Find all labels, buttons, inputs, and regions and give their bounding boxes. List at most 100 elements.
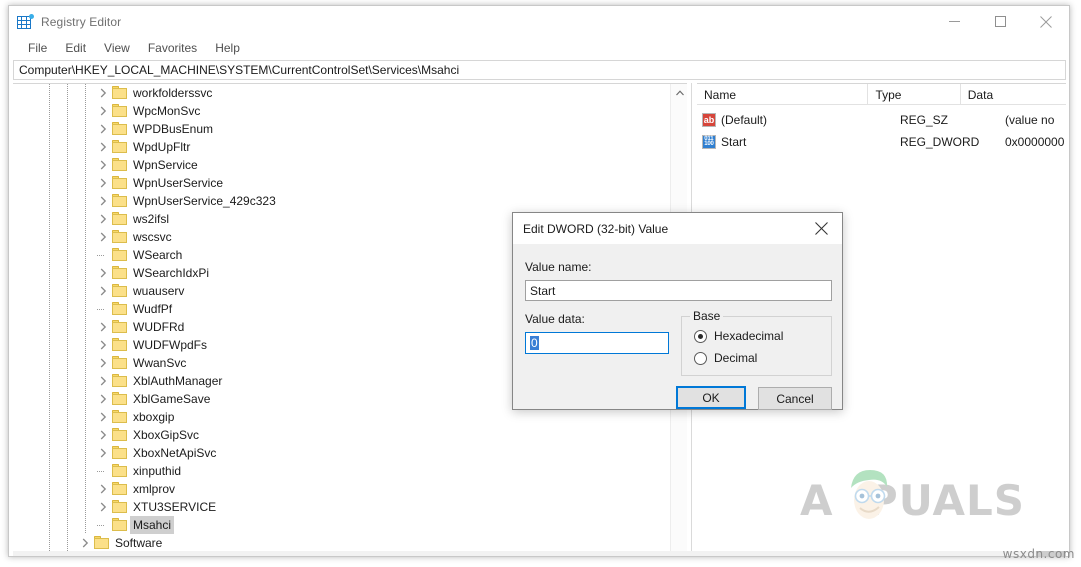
- column-header-name[interactable]: Name: [697, 84, 869, 105]
- menu-help[interactable]: Help: [206, 39, 249, 57]
- value-data-input[interactable]: 0: [525, 332, 669, 354]
- tree-item-xinputhid[interactable]: xinputhid: [13, 462, 669, 480]
- tree-leaf-connector: [95, 300, 105, 318]
- folder-icon: [112, 284, 128, 298]
- tree-leaf-connector: [95, 246, 105, 264]
- tree-item-label: WudfPf: [133, 302, 173, 316]
- chevron-right-icon[interactable]: [95, 264, 111, 282]
- value-data-cell: 0x0000000: [1005, 135, 1065, 149]
- tree-item-label: xmlprov: [133, 482, 176, 496]
- cancel-button[interactable]: Cancel: [758, 387, 832, 410]
- string-value-icon: ab: [702, 113, 716, 127]
- folder-icon: [112, 428, 128, 442]
- cancel-button-label: Cancel: [776, 391, 814, 406]
- radio-hexadecimal[interactable]: Hexadecimal: [694, 329, 783, 343]
- menu-file[interactable]: File: [19, 39, 56, 57]
- tree-item-label: wuauserv: [133, 284, 185, 298]
- radio-decimal[interactable]: Decimal: [694, 351, 757, 365]
- tree-item-label: XblAuthManager: [133, 374, 223, 388]
- chevron-right-icon[interactable]: [95, 210, 111, 228]
- chevron-right-icon[interactable]: [95, 318, 111, 336]
- chevron-right-icon[interactable]: [95, 408, 111, 426]
- tree-item-label: WUDFWpdFs: [133, 338, 207, 352]
- menu-bar: File Edit View Favorites Help: [9, 37, 1069, 59]
- chevron-right-icon[interactable]: [95, 156, 111, 174]
- chevron-right-icon[interactable]: [95, 354, 111, 372]
- radio-decimal-label: Decimal: [714, 351, 758, 365]
- table-row[interactable]: 011 100 Start REG_DWORD 0x0000000: [697, 133, 1066, 152]
- dialog-title: Edit DWORD (32-bit) Value: [523, 221, 669, 236]
- tree-item-msahci[interactable]: Msahci: [13, 516, 669, 534]
- chevron-right-icon[interactable]: [95, 138, 111, 156]
- chevron-right-icon[interactable]: [95, 102, 111, 120]
- chevron-right-icon[interactable]: [95, 372, 111, 390]
- menu-view[interactable]: View: [95, 39, 139, 57]
- tree-item-wpnuserservice[interactable]: WpnUserService: [13, 174, 669, 192]
- window-horizontal-scrollbar[interactable]: [13, 551, 1066, 556]
- tree-item-label: WSearch: [133, 248, 183, 262]
- tree-item-xboxgipsvc[interactable]: XboxGipSvc: [13, 426, 669, 444]
- column-header-data[interactable]: Data: [961, 84, 1066, 105]
- tree-item-wpnuserservice_429c323[interactable]: WpnUserService_429c323: [13, 192, 669, 210]
- value-data-input-text: 0: [530, 336, 539, 350]
- chevron-right-icon[interactable]: [95, 192, 111, 210]
- folder-icon: [112, 248, 128, 262]
- chevron-right-icon[interactable]: [95, 174, 111, 192]
- tree-leaf-connector: [95, 516, 105, 534]
- radio-hexadecimal-label: Hexadecimal: [714, 329, 784, 343]
- value-data-label: Value data:: [525, 312, 585, 326]
- tree-item-label: WPDBusEnum: [133, 122, 214, 136]
- tree-item-label: WpnUserService_429c323: [133, 194, 276, 208]
- tree-item-xmlprov[interactable]: xmlprov: [13, 480, 669, 498]
- column-header-type[interactable]: Type: [868, 84, 961, 105]
- tree-item-label: WwanSvc: [133, 356, 187, 370]
- chevron-right-icon[interactable]: [77, 534, 93, 552]
- ok-button[interactable]: OK: [676, 386, 746, 409]
- folder-icon: [94, 536, 110, 550]
- tree-item-label: XboxNetApiSvc: [133, 446, 217, 460]
- address-bar[interactable]: Computer\HKEY_LOCAL_MACHINE\SYSTEM\Curre…: [13, 60, 1066, 80]
- scroll-up-arrow-icon[interactable]: [671, 84, 687, 101]
- folder-icon: [112, 500, 128, 514]
- chevron-right-icon[interactable]: [95, 444, 111, 462]
- radio-hexadecimal-indicator: [694, 329, 707, 343]
- tree-item-wpdbusenum[interactable]: WPDBusEnum: [13, 120, 669, 138]
- close-button[interactable]: [1023, 6, 1069, 37]
- tree-item-xboxnetapisvc[interactable]: XboxNetApiSvc: [13, 444, 669, 462]
- table-row[interactable]: ab (Default) REG_SZ (value no: [697, 111, 1066, 130]
- folder-icon: [112, 212, 128, 226]
- chevron-right-icon[interactable]: [95, 84, 111, 102]
- close-icon[interactable]: [800, 213, 842, 244]
- tree-item-wpnservice[interactable]: WpnService: [13, 156, 669, 174]
- chevron-right-icon[interactable]: [95, 390, 111, 408]
- value-name-cell: Start: [721, 135, 747, 149]
- chevron-right-icon[interactable]: [95, 480, 111, 498]
- menu-edit[interactable]: Edit: [56, 39, 95, 57]
- folder-icon: [112, 266, 128, 280]
- menu-favorites[interactable]: Favorites: [139, 39, 206, 57]
- chevron-right-icon[interactable]: [95, 120, 111, 138]
- tree-item-wpcmonsvc[interactable]: WpcMonSvc: [13, 102, 669, 120]
- dialog-title-bar: Edit DWORD (32-bit) Value: [513, 213, 842, 244]
- chevron-right-icon[interactable]: [95, 282, 111, 300]
- chevron-right-icon[interactable]: [95, 336, 111, 354]
- folder-icon: [112, 194, 128, 208]
- chevron-right-icon[interactable]: [95, 228, 111, 246]
- folder-icon: [112, 158, 128, 172]
- tree-item-xtu3service[interactable]: XTU3SERVICE: [13, 498, 669, 516]
- value-name-input[interactable]: Start: [525, 280, 832, 301]
- folder-icon: [112, 122, 128, 136]
- tree-item-wpdupfltr[interactable]: WpdUpFltr: [13, 138, 669, 156]
- minimize-button[interactable]: [931, 6, 977, 37]
- chevron-right-icon[interactable]: [95, 498, 111, 516]
- tree-item-software[interactable]: Software: [13, 534, 669, 552]
- maximize-button[interactable]: [977, 6, 1023, 37]
- base-groupbox: Base Hexadecimal Decimal: [681, 309, 832, 376]
- tree-item-workfolderssvc[interactable]: workfolderssvc: [13, 84, 669, 102]
- listview-header: Name Type Data: [697, 84, 1066, 105]
- tree-item-label: xboxgip: [133, 410, 175, 424]
- tree-item-xboxgip[interactable]: xboxgip: [13, 408, 669, 426]
- chevron-right-icon[interactable]: [95, 426, 111, 444]
- folder-icon: [112, 104, 128, 118]
- title-bar: Registry Editor: [9, 6, 1069, 37]
